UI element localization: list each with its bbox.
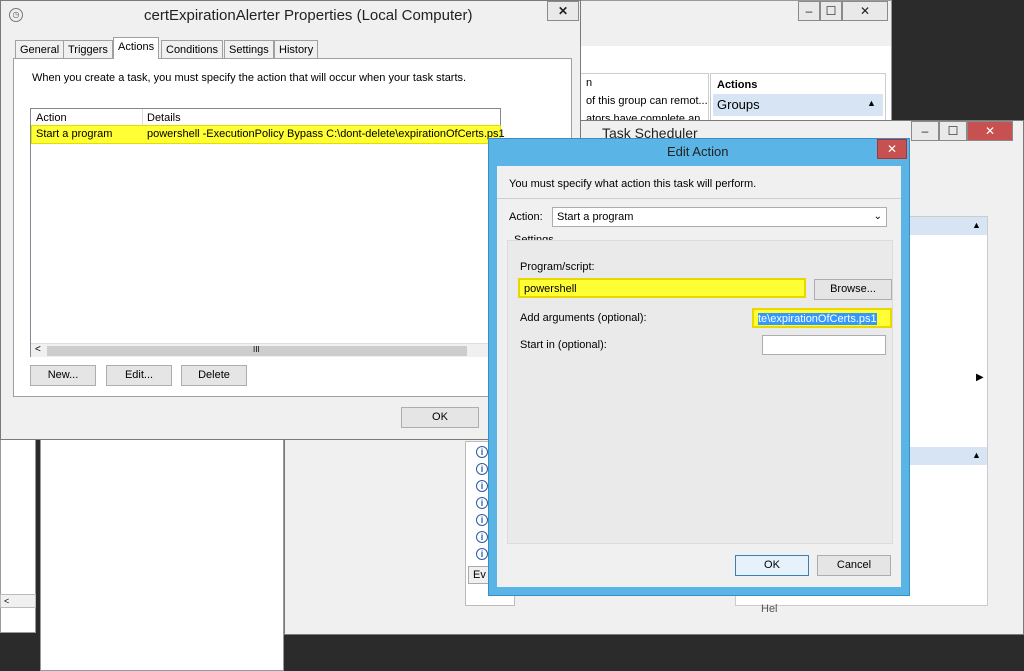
- tab-conditions[interactable]: Conditions: [161, 40, 223, 58]
- args-label: Add arguments (optional):: [520, 312, 647, 324]
- left-lower-scroll[interactable]: <: [0, 594, 36, 608]
- column-header-details[interactable]: Details: [147, 112, 181, 124]
- row-details: powershell -ExecutionPolicy Bypass C:\do…: [147, 128, 505, 140]
- props-title: certExpirationAlerter Properties (Local …: [144, 7, 473, 24]
- browse-button[interactable]: Browse...: [814, 279, 892, 300]
- chevron-left-icon[interactable]: <: [35, 344, 41, 355]
- bottom-left-dark: [0, 633, 40, 671]
- bg-list-text-2: of this group can remot...: [586, 95, 708, 107]
- edit-action-body: You must specify what action this task w…: [497, 166, 901, 587]
- edit-cancel-button[interactable]: Cancel: [817, 555, 891, 576]
- info-icon: i: [476, 514, 488, 526]
- bg-list-text-1: n: [586, 77, 593, 89]
- row-action: Start a program: [36, 128, 113, 140]
- close-icon[interactable]: ✕: [547, 1, 579, 21]
- settings-group: Program/script: powershell Browse... Add…: [507, 240, 893, 544]
- startin-label: Start in (optional):: [520, 339, 607, 351]
- chevron-up-icon[interactable]: ▲: [867, 98, 876, 108]
- tab-triggers[interactable]: Triggers: [63, 40, 113, 58]
- tab-general[interactable]: General: [15, 40, 65, 58]
- actions-table: Action Details Start a program powershel…: [30, 108, 505, 357]
- close-icon[interactable]: ✕: [967, 121, 1013, 141]
- maximize-icon[interactable]: ☐: [820, 1, 842, 21]
- horizontal-scrollbar[interactable]: < III >: [31, 343, 501, 357]
- minimize-icon[interactable]: –: [798, 1, 820, 21]
- edit-ok-button[interactable]: OK: [735, 555, 809, 576]
- clock-icon: ◷: [9, 8, 23, 22]
- table-row[interactable]: Start a program powershell -ExecutionPol…: [31, 125, 505, 144]
- scroll-grip: III: [253, 345, 260, 354]
- delete-button[interactable]: Delete: [181, 365, 247, 386]
- bottom-tab-label: Ev: [473, 569, 486, 581]
- ts-right-scrollbar[interactable]: [987, 216, 1003, 606]
- close-icon[interactable]: ✕: [842, 1, 888, 21]
- props-instruction: When you create a task, you must specify…: [32, 72, 467, 84]
- tab-history[interactable]: History: [274, 40, 319, 58]
- instruction-divider: [497, 198, 901, 199]
- action-label: Action:: [509, 211, 543, 223]
- minimize-icon[interactable]: –: [911, 121, 939, 141]
- action-select-value: Start a program: [557, 211, 634, 223]
- ts-bottom-text: Hel: [761, 603, 778, 615]
- args-input[interactable]: te\expirationOfCerts.ps1: [752, 308, 892, 328]
- scroll-thumb[interactable]: III: [47, 345, 467, 356]
- chevron-up-icon[interactable]: ▲: [972, 450, 981, 460]
- edit-action-dialog: Edit Action ✕ You must specify what acti…: [488, 138, 910, 596]
- middle-lower-panel: [40, 438, 284, 671]
- program-input[interactable]: powershell: [518, 278, 806, 298]
- submenu-arrow-icon: ▶: [976, 372, 984, 383]
- edit-button[interactable]: Edit...: [106, 365, 172, 386]
- actions-pane-header: Actions: [717, 79, 758, 91]
- info-icon: i: [476, 480, 488, 492]
- chevron-up-icon[interactable]: ▲: [972, 220, 981, 230]
- groups-label: Groups: [717, 97, 760, 112]
- info-icon: i: [476, 531, 488, 543]
- action-select[interactable]: Start a program ⌄: [552, 207, 887, 227]
- tab-settings[interactable]: Settings: [224, 40, 274, 58]
- close-icon[interactable]: ✕: [877, 139, 907, 159]
- column-header-action[interactable]: Action: [36, 112, 67, 124]
- groups-header[interactable]: Groups ▲: [713, 94, 883, 116]
- props-ok-button[interactable]: OK: [401, 407, 479, 428]
- edit-instruction: You must specify what action this task w…: [509, 178, 757, 190]
- edit-action-title: Edit Action: [667, 144, 729, 159]
- tab-actions[interactable]: Actions: [113, 37, 160, 59]
- desktop-area: [892, 0, 1024, 120]
- info-icon: i: [476, 446, 488, 458]
- startin-input[interactable]: [762, 335, 886, 355]
- maximize-icon[interactable]: ☐: [939, 121, 967, 141]
- info-icon: i: [476, 497, 488, 509]
- args-input-value: te\expirationOfCerts.ps1: [758, 313, 877, 325]
- chevron-down-icon[interactable]: ⌄: [874, 208, 882, 226]
- new-button[interactable]: New...: [30, 365, 96, 386]
- info-icon: i: [476, 548, 488, 560]
- info-icon: i: [476, 463, 488, 475]
- program-label: Program/script:: [520, 261, 595, 273]
- column-divider: [142, 109, 143, 125]
